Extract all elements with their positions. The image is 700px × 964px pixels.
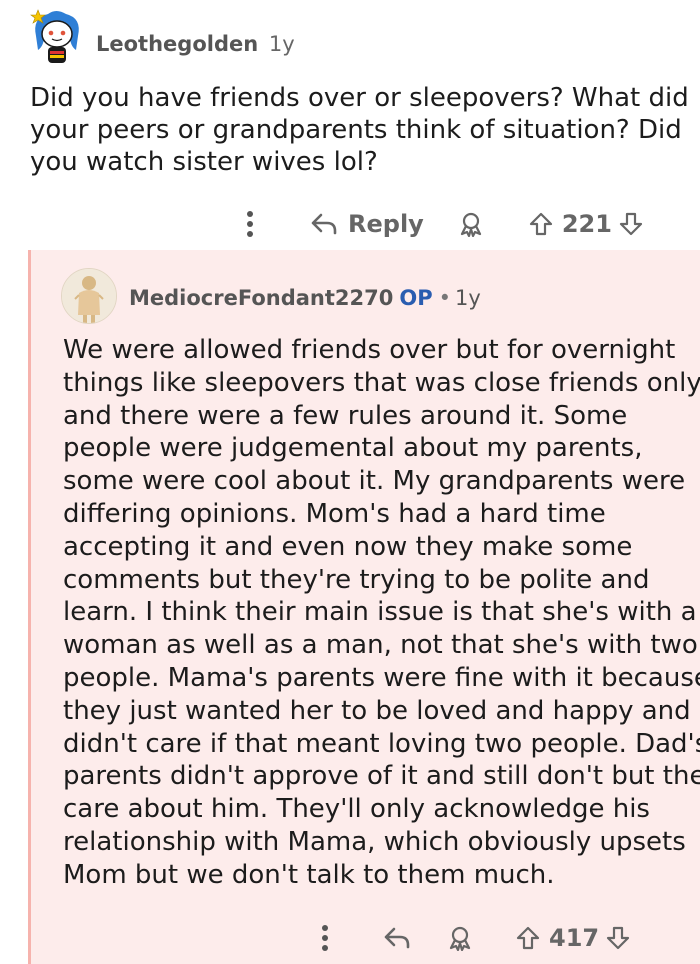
comment-body-line: things like sleepovers that was close fr…: [63, 367, 700, 398]
reply-button[interactable]: [383, 926, 411, 950]
comment-body-line: learn. I think their main issue is that …: [63, 597, 697, 628]
user-avatar-icon: [62, 269, 116, 323]
more-button[interactable]: [321, 924, 329, 952]
reply-button[interactable]: Reply: [310, 210, 424, 238]
comment-body-line: and there were a few rules around it. So…: [63, 400, 628, 431]
author-name[interactable]: MediocreFondant2270: [129, 286, 393, 310]
comment-body-line: accepting it and even now they make some: [63, 531, 633, 562]
meta-separator: •: [438, 286, 451, 310]
comment-meta: MediocreFondant2270 OP • 1y: [129, 286, 481, 310]
vote-controls: 221: [528, 210, 644, 238]
avatar[interactable]: [26, 6, 88, 68]
comment-body-line: Did you have friends over or sleepovers?…: [30, 83, 689, 113]
award-icon: [460, 212, 481, 237]
award-button[interactable]: [447, 925, 473, 951]
vote-score: 417: [549, 924, 600, 952]
comment-thread: Leothegolden 1y Did you have friends ove…: [0, 0, 700, 964]
more-vertical-icon: [322, 925, 328, 951]
comment-body-line: Mom but we don't talk to them much.: [63, 859, 555, 890]
snoo-avatar-icon: [30, 9, 79, 63]
more-vertical-icon: [247, 211, 253, 237]
comment-meta: Leothegolden 1y: [96, 32, 295, 56]
award-icon: [449, 926, 471, 951]
avatar[interactable]: [61, 268, 117, 324]
comment-body-line: didn't care if that meant loving two peo…: [63, 728, 700, 759]
comment-body-line: parents didn't approve of it and still d…: [63, 761, 700, 792]
downvote-arrow-icon[interactable]: [605, 925, 631, 951]
comment-body: Did you have friends over or sleepovers?…: [30, 82, 689, 178]
comment-body-line: woman as well as a man, not that she's w…: [63, 630, 698, 661]
reply-comment: MediocreFondant2270 OP • 1y We were allowed…: [28, 250, 700, 964]
upvote-arrow-icon[interactable]: [515, 925, 541, 951]
comment-body: We were allowed friends over but for ove…: [63, 334, 700, 892]
author-name[interactable]: Leothegolden: [96, 32, 258, 56]
reply-label: Reply: [348, 210, 424, 238]
comment-body-line: some were cool about it. My grandparents…: [63, 466, 686, 497]
comment-body-line: your peers or grandparents think of situ…: [30, 115, 682, 145]
award-button[interactable]: [458, 211, 484, 237]
comment-body-line: relationship with Mama, which obviously …: [63, 826, 686, 857]
comment-body-line: We were allowed friends over but for ove…: [63, 335, 676, 365]
comment-body-line: care about him. They'll only acknowledge…: [63, 794, 650, 825]
comment-body-line: comments but they're trying to be polite…: [63, 564, 650, 595]
comment-body-line: people were judgemental about my parents…: [63, 433, 643, 464]
op-badge: OP: [399, 286, 433, 310]
comment-body-line: they just wanted her to be loved and hap…: [63, 695, 691, 726]
parent-comment: Leothegolden 1y Did you have friends ove…: [0, 0, 700, 250]
reply-arrow-icon: [384, 927, 410, 949]
comment-body-line: differing opinions. Mom's had a hard tim…: [63, 498, 606, 529]
comment-body-line: people. Mama's parents were fine with it…: [63, 662, 700, 693]
upvote-arrow-icon[interactable]: [528, 211, 554, 237]
reply-arrow-icon: [311, 213, 337, 235]
comment-actions: 417: [321, 918, 631, 958]
comment-age: 1y: [455, 286, 481, 310]
comment-age: 1y: [268, 32, 295, 56]
comment-actions: Reply 221: [246, 204, 644, 244]
downvote-arrow-icon[interactable]: [618, 211, 644, 237]
comment-body-line: you watch sister wives lol?: [30, 147, 378, 177]
more-button[interactable]: [246, 210, 254, 238]
vote-controls: 417: [515, 924, 631, 952]
vote-score: 221: [561, 210, 612, 238]
